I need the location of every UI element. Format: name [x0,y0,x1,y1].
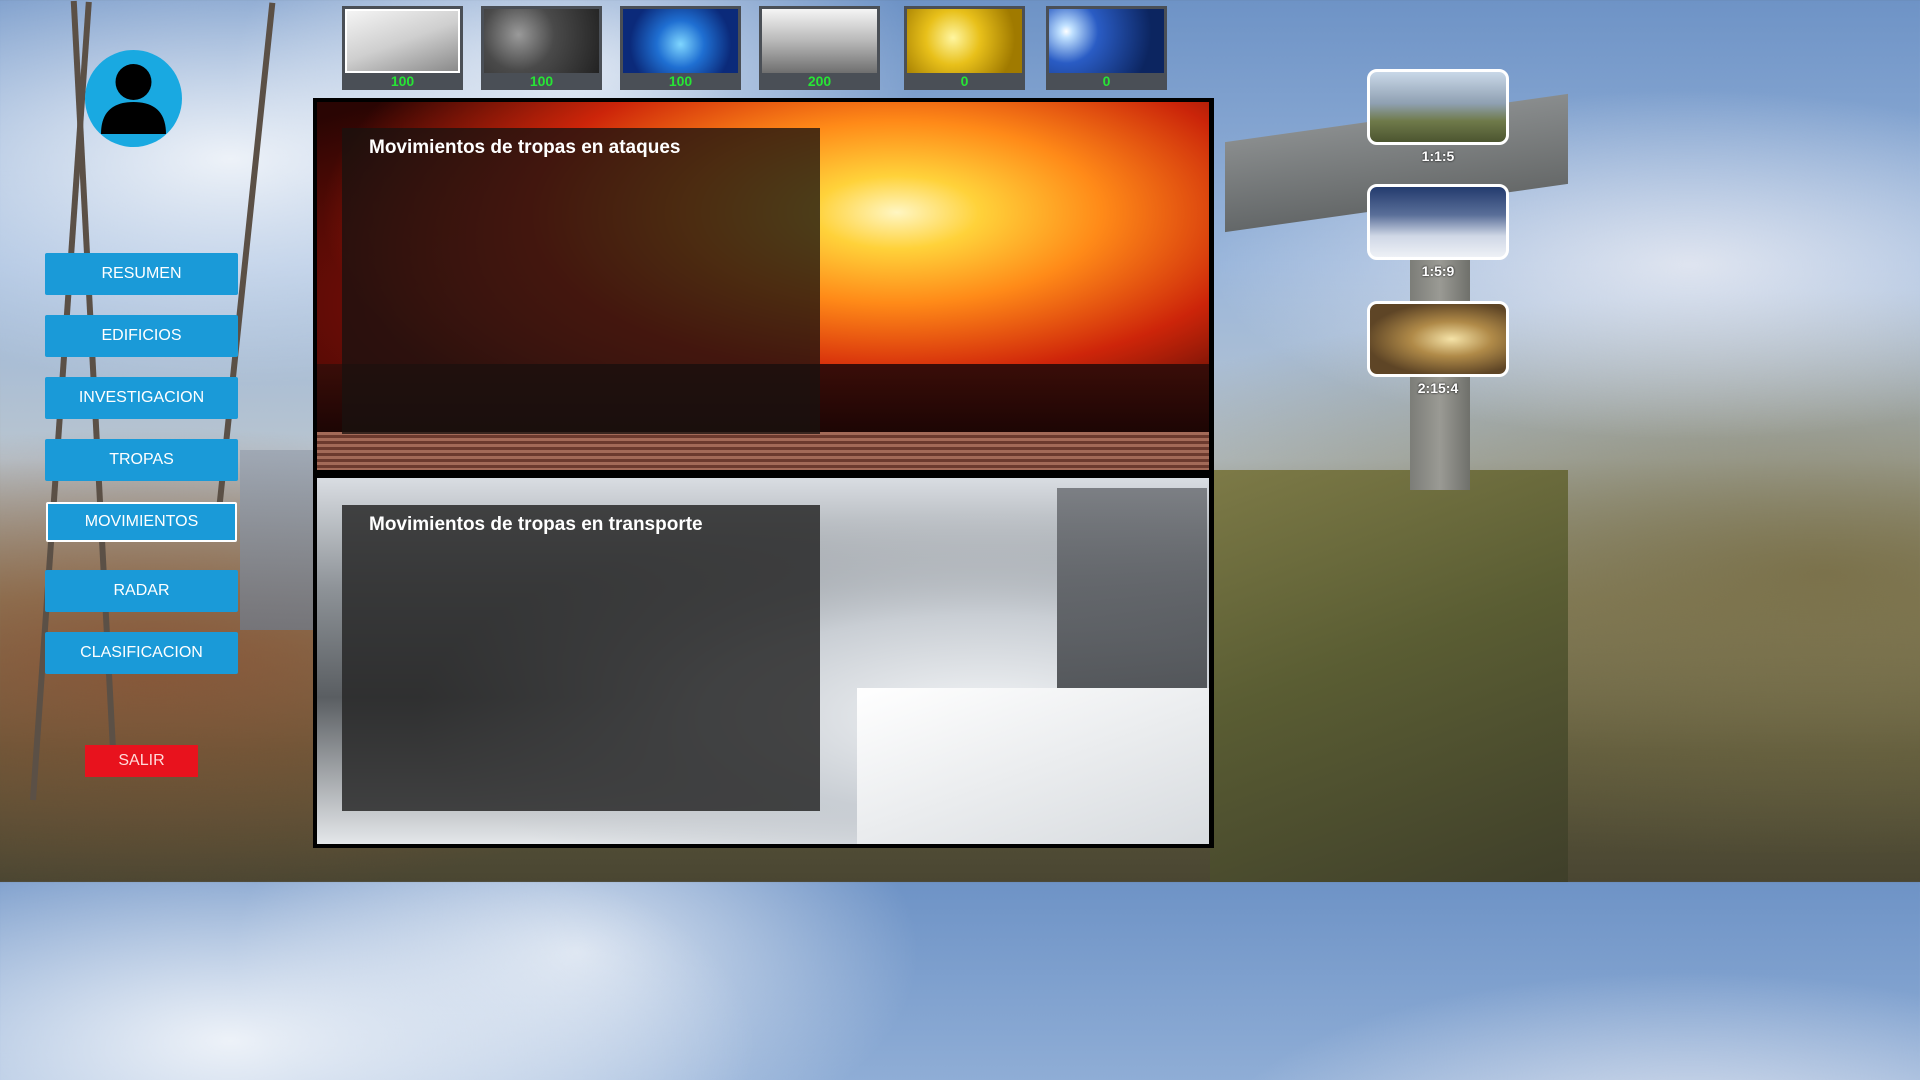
user-silhouette-icon [101,64,166,134]
planet-coordinates: 1:1:5 [1421,148,1455,164]
military-truck [1057,488,1207,688]
grass-hill [1210,470,1568,882]
resource-value: 100 [390,73,415,89]
sunset-city-thumbnail-icon [1367,301,1509,377]
planet-marker[interactable]: 2:15:4 [1367,301,1509,396]
resource-value: 100 [668,73,693,89]
planet-marker[interactable]: 1:5:9 [1367,184,1509,279]
planet-coordinates: 2:15:4 [1417,380,1459,396]
machine-parts-icon [345,9,460,73]
resource-machine-parts[interactable]: 100 [342,6,463,90]
steel-beams-icon [762,9,877,73]
resource-value: 0 [960,73,969,89]
resource-fuel-oil[interactable]: 0 [904,6,1025,90]
transport-title: Movimientos de tropas en transporte [369,514,703,535]
resource-hexagon-mesh[interactable]: 100 [481,6,602,90]
attacks-list: Movimientos de tropas en ataques [342,128,820,434]
attacks-panel: Movimientos de tropas en ataques [317,102,1209,470]
user-avatar[interactable] [85,50,182,147]
hexagon-mesh-icon [484,9,599,73]
planet-coordinates: 1:5:9 [1421,263,1455,279]
microchip-icon [623,9,738,73]
distant-city [240,450,320,630]
nav-investigacion-button[interactable]: INVESTIGACION [45,377,238,419]
nav-clasificacion-button[interactable]: CLASIFICACION [45,632,238,674]
ruined-bridge-thumbnail-icon [1367,69,1509,145]
resource-value: 100 [529,73,554,89]
resource-value: 200 [807,73,832,89]
planet-marker[interactable]: 1:1:5 [1367,69,1509,164]
transport-list: Movimientos de tropas en transporte [342,505,820,811]
nav-movimientos-button[interactable]: MOVIMIENTOS [46,502,237,542]
exit-button[interactable]: SALIR [85,745,198,777]
resource-solar-panel[interactable]: 0 [1046,6,1167,90]
transport-panel: Movimientos de tropas en transporte [317,478,1209,844]
movements-container: Movimientos de tropas en ataques Movimie… [313,98,1214,848]
frozen-city-thumbnail-icon [1367,184,1509,260]
solar-panel-icon [1049,9,1164,73]
reflective-water [317,432,1209,470]
snow-drift [857,688,1209,844]
attacks-title: Movimientos de tropas en ataques [369,137,681,158]
nav-radar-button[interactable]: RADAR [45,570,238,612]
nav-edificios-button[interactable]: EDIFICIOS [45,315,238,357]
nav-resumen-button[interactable]: RESUMEN [45,253,238,295]
resource-steel-beams[interactable]: 200 [759,6,880,90]
nav-tropas-button[interactable]: TROPAS [45,439,238,481]
fuel-oil-icon [907,9,1022,73]
resource-microchip[interactable]: 100 [620,6,741,90]
resource-value: 0 [1102,73,1111,89]
